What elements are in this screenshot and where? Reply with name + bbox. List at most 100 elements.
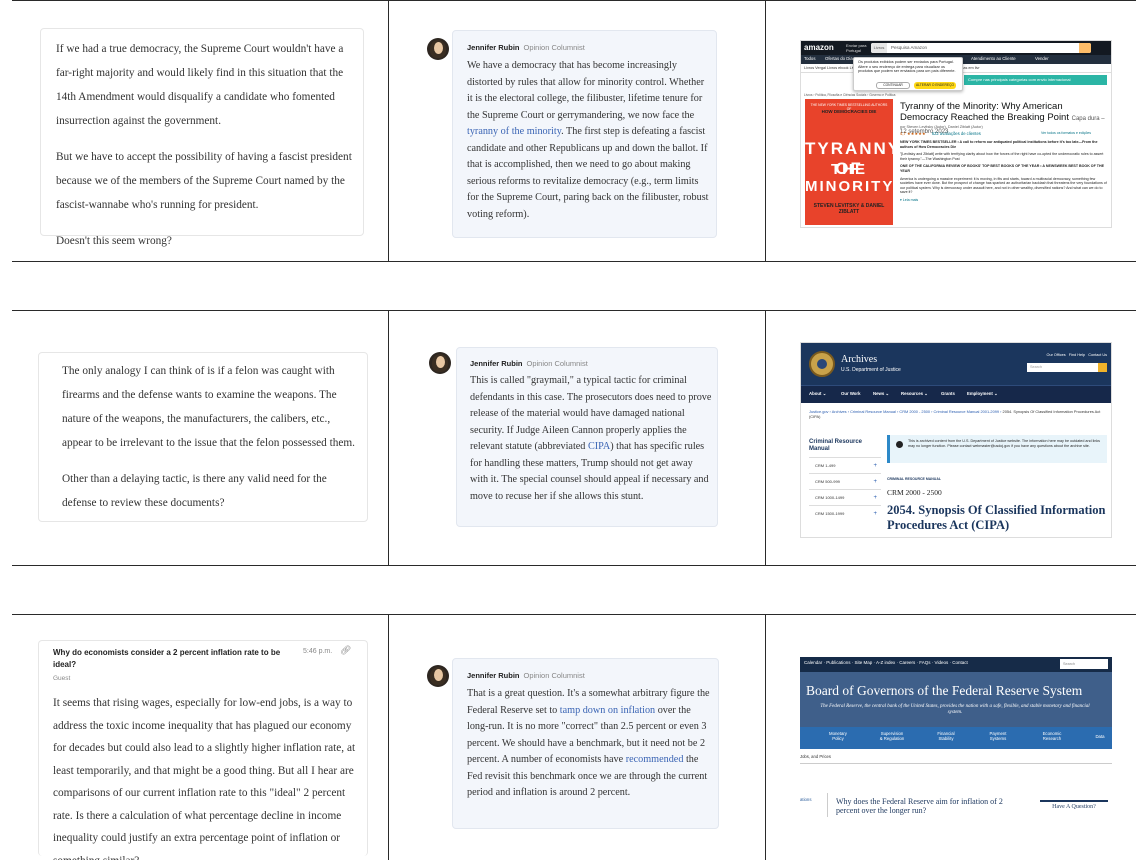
cipa-link[interactable]: CIPA [588,441,610,452]
nav-grants[interactable]: Grants [941,391,955,396]
author-avatar[interactable] [429,352,451,374]
divider-col1-row2 [388,310,389,565]
product-authors[interactable]: por Steven Levitsky (Autor), Daniel Zibl… [900,125,983,129]
divider-col1-row1 [388,0,389,261]
change-address-button[interactable]: ALTERAR O ENDEREÇO [914,82,956,89]
description-paragraph: ONE OF THE CALIFORNIA REVIEW OF BOOKS' T… [900,164,1104,173]
author-role: Opinion Columnist [526,359,588,368]
nav-data[interactable]: Data [1090,734,1110,739]
doj-top-links[interactable]: Our Offices Find Help Contact Us [1047,353,1108,357]
question-text-2: The only analogy I can think of is if a … [62,359,362,515]
author-avatar[interactable] [427,665,449,687]
book-authors: STEVEN LEVITSKY & DANIEL ZIBLATT [813,203,885,215]
answer-text-3: That is a great question. It's a somewha… [467,688,710,798]
see-all-formats-link[interactable]: Ver todos os formatos e edições [1041,131,1091,135]
info-icon [896,441,903,448]
book-cover[interactable]: THE NEW YORK TIMES BESTSELLING AUTHORS O… [805,99,899,225]
nav-economic-research[interactable]: Economic Research [1030,731,1074,741]
question-time: 5:46 p.m. [303,648,333,655]
plus-icon[interactable]: + [873,474,877,490]
nav-supervision[interactable]: Supervision & Regulation [868,731,916,741]
question-paragraph: Other than a delaying tactic, is there a… [62,473,327,509]
fed-left-tab[interactable]: ations [800,797,826,802]
have-a-question-link[interactable]: Have A Question? [1040,800,1108,810]
description-paragraph: America is undergoing a massive experime… [900,176,1107,195]
question-paragraph: It seems that rising wages, especially f… [53,697,356,860]
search-icon[interactable] [1079,43,1091,53]
continue-button[interactable]: CONTINUAR [876,82,910,89]
divider-col2-row2 [765,310,766,565]
author-name[interactable]: Jennifer Rubin Opinion Columnist [467,671,585,680]
nav-payment-systems[interactable]: Payment Systems [978,731,1018,741]
question-text-1: If we had a true democracy, the Supreme … [56,37,356,253]
doj-search-input[interactable]: Search [1027,363,1107,372]
fed-utility-bar: Calendar · Publications · Site Map · A-Z… [800,657,1112,672]
doj-title[interactable]: Archives [841,354,877,365]
book-title-line2: THE MINORITY [805,161,895,195]
nav-sell[interactable]: Vender [1035,56,1049,61]
crm-label: CRIMINAL RESOURCE MANUAL [887,477,941,481]
author-avatar[interactable] [427,38,449,60]
sidebar-item-crm-1[interactable]: CRM 1-499 + [809,457,881,473]
sidebar-item-crm-1500[interactable]: CRM 1500-1999 + [809,505,881,521]
breadcrumb-links[interactable]: Justice.gov › Archives › Criminal Resour… [809,409,1001,414]
description-paragraph: "[Levitsky and Ziblatt] write with terri… [900,152,1104,161]
recommended-link[interactable]: recommended [626,754,684,765]
nav-deals[interactable]: Ofertas do Dia [825,56,853,61]
doj-nav: About ⌄ Our Work News ⌄ Resources ⌄ Gran… [801,385,1111,403]
book-prior-title: HOW DEMOCRACIES DIE [821,109,877,114]
question-title: Why do economists consider a 2 percent i… [53,648,281,669]
federal-reserve-screenshot: Calendar · Publications · Site Map · A-Z… [800,657,1112,825]
plus-icon[interactable]: + [873,490,877,506]
amazon-header: amazon Enviar para Portugal Livros Pesqu… [801,41,1111,55]
question-paragraph: Doesn't this seem wrong? [56,235,172,247]
answer-text-1: We have a democracy that has become incr… [467,60,709,220]
author-role: Opinion Columnist [523,671,585,680]
deliver-to[interactable]: Enviar para Portugal [846,43,866,53]
nav-our-work[interactable]: Our Work [841,391,861,396]
fed-banner: Board of Governors of the Federal Reserv… [800,672,1112,727]
nav-financial-stability[interactable]: Financial Stability [926,731,966,741]
sidebar-title[interactable]: Criminal Resource Manual [809,439,879,453]
fed-search-input[interactable]: Search [1060,659,1108,669]
divider-top [12,0,1136,1]
link-icon[interactable]: 🔗︎ [340,646,351,656]
review-count[interactable]: 622 avaliações de clientes [932,131,981,136]
product-rating[interactable]: 4,7 ★★★★★ 622 avaliações de clientes [900,131,981,136]
read-more-link[interactable]: ▾ Leia mais [900,198,1108,203]
doj-seal-icon[interactable] [809,351,835,377]
divider-row1-bottom [12,261,1136,262]
question-author: Guest [53,675,71,682]
question-card-1: If we had a true democracy, the Supreme … [40,28,364,247]
search-icon[interactable] [1098,363,1107,372]
amazon-breadcrumb[interactable]: Livros › Política, Filosofia e Ciências … [804,93,895,97]
author-name[interactable]: Jennifer Rubin Opinion Columnist [470,359,588,368]
tamp-down-link[interactable]: tamp down on inflation [560,705,655,716]
tyranny-link[interactable]: tyranny of the minority [467,126,561,137]
divider-col2-row1 [765,0,766,261]
nav-monetary-policy[interactable]: Monetary Policy [818,731,858,741]
divider [827,793,828,817]
sidebar-item-crm-500[interactable]: CRM 500-999 + [809,473,881,489]
nav-resources[interactable]: Resources ⌄ [901,391,928,397]
amazon-search-input[interactable]: Livros Pesquisa Amazon [871,43,1091,53]
nav-all[interactable]: Todos [804,56,815,61]
fed-top-links[interactable]: Calendar · Publications · Site Map · A-Z… [804,660,968,665]
amazon-banner[interactable]: Compre nas principais categorias com env… [964,75,1107,85]
plus-icon[interactable]: + [873,506,877,522]
nav-news[interactable]: News ⌄ [873,391,889,397]
author-role: Opinion Columnist [523,43,585,52]
author-name[interactable]: Jennifer Rubin Opinion Columnist [467,43,585,52]
doj-archives-screenshot: Archives U.S. Department of Justice Our … [800,342,1112,538]
divider-row2-top [12,310,1136,311]
plus-icon[interactable]: + [873,458,877,474]
divider-row2-bottom [12,565,1136,566]
sidebar-item-crm-1000[interactable]: CRM 1000-1499 + [809,489,881,505]
nav-about[interactable]: About ⌄ [809,391,826,397]
fed-title[interactable]: Board of Governors of the Federal Reserv… [806,683,1082,699]
nav-employment[interactable]: Employment ⌄ [967,391,998,397]
fed-section-label[interactable]: Jobs, and Prices [800,754,831,759]
amazon-logo[interactable]: amazon [804,43,834,52]
search-category[interactable]: Livros [871,43,887,53]
nav-customer-service[interactable]: Atendimento ao Cliente [971,56,1016,61]
